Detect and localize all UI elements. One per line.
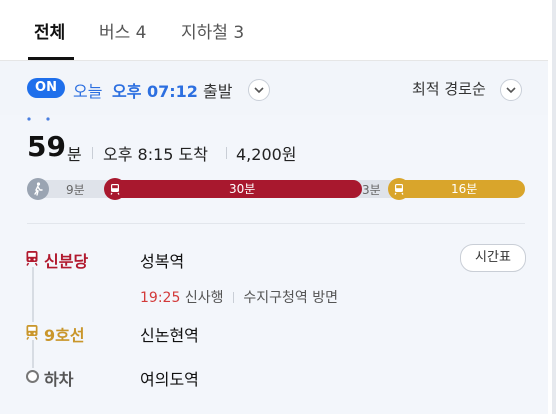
exit-direction: 수지구청역 방면	[243, 290, 338, 306]
transfer-duration: 3분	[362, 183, 381, 197]
alight-marker-icon	[26, 370, 39, 383]
tab-subway[interactable]: 지하철 3	[181, 18, 244, 43]
tab-all[interactable]: 전체	[34, 18, 65, 43]
scrollbar-track[interactable]	[552, 0, 556, 414]
train-direction: 신사행	[184, 290, 224, 306]
arrival-time: 오후 8:15 도착	[103, 145, 208, 164]
separator	[232, 292, 234, 303]
shinbundang-duration: 30분	[229, 182, 256, 196]
timetable-button[interactable]: 시간표	[460, 244, 526, 272]
total-duration-unit: 분	[67, 145, 82, 164]
partial-route-marker	[27, 117, 50, 121]
departure-detail: 19:25 신사행 수지구청역 방면	[140, 287, 338, 307]
tab-bus[interactable]: 버스 4	[99, 18, 147, 43]
step-alight: 하차	[44, 370, 74, 389]
step-line-9: 9호선	[44, 326, 85, 345]
separator	[92, 147, 93, 159]
transport-tabs: 전체 버스 4 지하철 3	[0, 0, 548, 61]
step-line-shinbundang: 신분당	[44, 252, 89, 271]
walk-duration: 9분	[66, 183, 85, 197]
departure-time[interactable]: 오후 07:12	[112, 78, 198, 102]
step-connector	[32, 267, 34, 322]
subway-icon	[24, 250, 40, 266]
step-connector	[32, 340, 34, 368]
line9-duration: 16분	[451, 182, 478, 196]
next-train-time: 19:25	[140, 290, 181, 306]
fare: 4,200원	[236, 145, 297, 164]
sort-chevron-down-icon[interactable]	[500, 79, 522, 101]
active-tab-indicator	[28, 57, 74, 60]
subway-icon	[104, 178, 126, 200]
realtime-toggle[interactable]: ON	[27, 78, 65, 98]
step-station-transfer[interactable]: 신논현역	[140, 322, 199, 346]
subway-icon	[388, 178, 410, 200]
departure-day[interactable]: 오늘	[73, 78, 102, 102]
departure-chevron-down-icon[interactable]	[248, 79, 270, 101]
separator	[226, 147, 227, 159]
departure-suffix[interactable]: 출발	[203, 78, 232, 102]
divider	[27, 223, 525, 224]
step-station-boarding[interactable]: 성복역	[140, 248, 184, 272]
walk-icon	[27, 178, 49, 200]
sort-select[interactable]: 최적 경로순	[412, 78, 486, 99]
subway-icon	[24, 324, 40, 340]
step-station-destination[interactable]: 여의도역	[140, 366, 199, 390]
total-duration-value: 59	[27, 130, 66, 163]
